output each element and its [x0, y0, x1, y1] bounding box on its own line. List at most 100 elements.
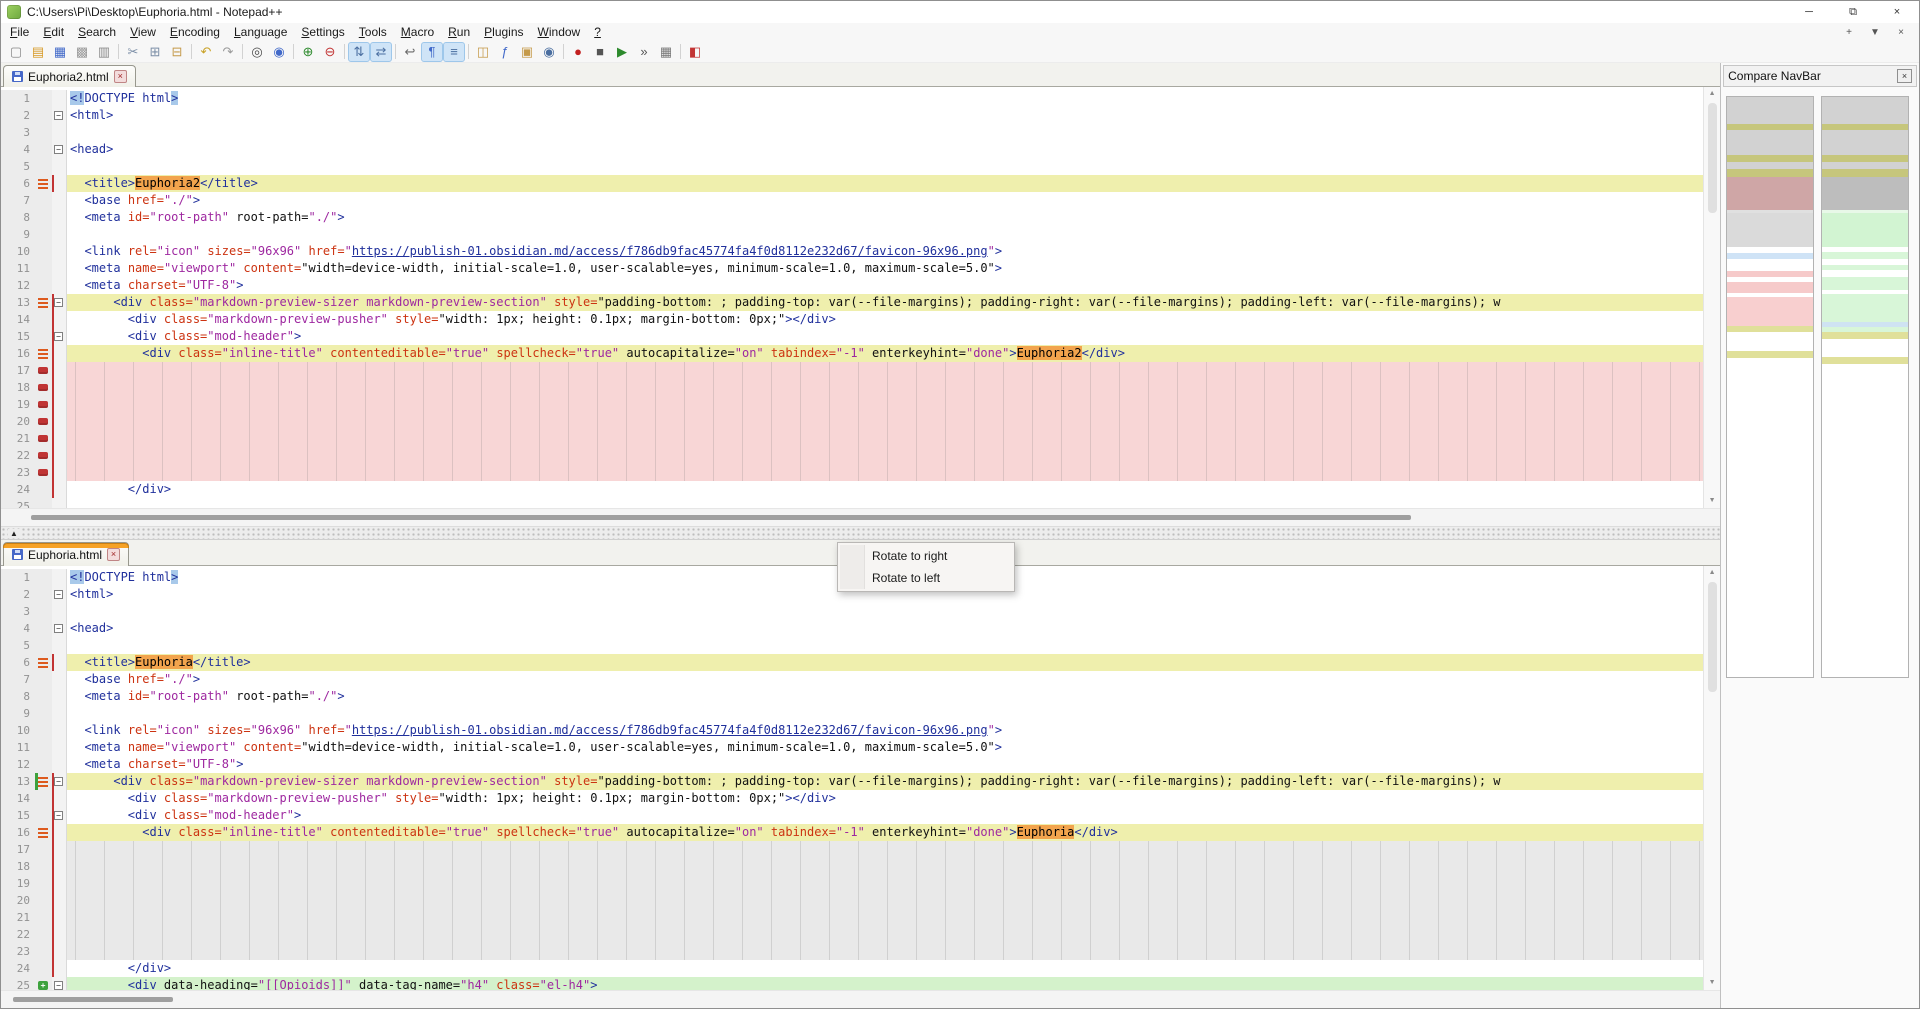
cut-icon[interactable]: ✂: [122, 42, 144, 62]
menu-item-macro[interactable]: Macro: [394, 25, 441, 39]
compare-icon[interactable]: ◧: [684, 42, 706, 62]
replace-icon[interactable]: ◉: [268, 42, 290, 62]
code-line[interactable]: 14 <div class="markdown-preview-pusher" …: [1, 311, 1720, 328]
editor-top[interactable]: 1<!DOCTYPE html>2−<html>34−<head>56 <tit…: [1, 87, 1720, 508]
fold-collapse-icon[interactable]: −: [54, 145, 63, 154]
code-line[interactable]: 9: [1, 226, 1720, 243]
code-line[interactable]: 5: [1, 637, 1720, 654]
find-icon[interactable]: ◎: [246, 42, 268, 62]
tab-close-icon[interactable]: ×: [107, 548, 120, 561]
code-line[interactable]: 7 <base href="./">: [1, 671, 1720, 688]
code-line[interactable]: 10 <link rel="icon" sizes="96x96" href="…: [1, 243, 1720, 260]
sync-horizontal-scroll-icon[interactable]: ⇄: [370, 42, 392, 62]
code-line[interactable]: 13− <div class="markdown-preview-sizer m…: [1, 773, 1720, 790]
undo-icon[interactable]: ↶: [195, 42, 217, 62]
code-line[interactable]: 14 <div class="markdown-preview-pusher" …: [1, 790, 1720, 807]
scroll-down-icon[interactable]: ▼: [1704, 976, 1720, 990]
save-macro-icon[interactable]: ▦: [655, 42, 677, 62]
tab-euphoria[interactable]: Euphoria.html ×: [3, 542, 129, 566]
fold-collapse-icon[interactable]: −: [54, 298, 63, 307]
code-line[interactable]: 12 <meta charset="UTF-8">: [1, 756, 1720, 773]
stop-macro-icon[interactable]: ■: [589, 42, 611, 62]
minimize-button[interactable]: ─: [1787, 1, 1831, 23]
menu-item-settings[interactable]: Settings: [294, 25, 351, 39]
run-macro-multiple-icon[interactable]: »: [633, 42, 655, 62]
code-line[interactable]: 3: [1, 603, 1720, 620]
zoom-in-icon[interactable]: ⊕: [297, 42, 319, 62]
scroll-up-icon[interactable]: ▲: [1704, 87, 1720, 101]
print-icon[interactable]: ▥: [93, 42, 115, 62]
scroll-down-icon[interactable]: ▼: [1704, 494, 1720, 508]
redo-icon[interactable]: ↷: [217, 42, 239, 62]
menu-item-help[interactable]: ?: [587, 25, 608, 39]
menu-item-file[interactable]: File: [3, 25, 36, 39]
code-line[interactable]: 17: [1, 841, 1720, 858]
fold-collapse-icon[interactable]: −: [54, 777, 63, 786]
tab-euphoria2[interactable]: Euphoria2.html ×: [3, 65, 136, 87]
code-line[interactable]: 4−<head>: [1, 141, 1720, 158]
code-line[interactable]: 1<!DOCTYPE html>: [1, 90, 1720, 107]
code-line[interactable]: 10 <link rel="icon" sizes="96x96" href="…: [1, 722, 1720, 739]
code-line[interactable]: 25+− <div data-heading="[[Opioids]]" dat…: [1, 977, 1720, 990]
close-document-button[interactable]: ×: [1893, 27, 1909, 38]
code-line[interactable]: 11 <meta name="viewport" content="width=…: [1, 739, 1720, 756]
menu-item-run[interactable]: Run: [441, 25, 477, 39]
menu-item-edit[interactable]: Edit: [36, 25, 71, 39]
function-list-icon[interactable]: ƒ: [494, 42, 516, 62]
word-wrap-icon[interactable]: ↩: [399, 42, 421, 62]
horizontal-scroll-thumb[interactable]: [31, 515, 1411, 520]
code-line[interactable]: 20: [1, 413, 1720, 430]
fold-collapse-icon[interactable]: −: [54, 624, 63, 633]
restore-button[interactable]: ⧉: [1831, 1, 1875, 23]
horizontal-scrollbar-top[interactable]: [1, 508, 1720, 526]
scroll-up-icon[interactable]: ▲: [1704, 566, 1720, 580]
vertical-scroll-thumb[interactable]: [1708, 103, 1717, 213]
code-line[interactable]: 11 <meta name="viewport" content="width=…: [1, 260, 1720, 277]
code-line[interactable]: 19: [1, 875, 1720, 892]
code-line[interactable]: 15− <div class="mod-header">: [1, 328, 1720, 345]
code-line[interactable]: 25: [1, 498, 1720, 508]
code-line[interactable]: 21: [1, 909, 1720, 926]
code-line[interactable]: 7 <base href="./">: [1, 192, 1720, 209]
menu-item-language[interactable]: Language: [227, 25, 294, 39]
tab-list-dropdown[interactable]: ▼: [1867, 27, 1883, 38]
fold-collapse-icon[interactable]: −: [54, 111, 63, 120]
code-line[interactable]: 24 </div>: [1, 481, 1720, 498]
fold-collapse-icon[interactable]: −: [54, 981, 63, 990]
document-map-icon[interactable]: ◫: [472, 42, 494, 62]
code-line[interactable]: 3: [1, 124, 1720, 141]
code-line[interactable]: 17: [1, 362, 1720, 379]
horizontal-scrollbar-bottom[interactable]: [1, 990, 1720, 1008]
menu-item-window[interactable]: Window: [531, 25, 588, 39]
editor-bottom[interactable]: 1<!DOCTYPE html>2−<html>34−<head>56 <tit…: [1, 566, 1720, 990]
code-line[interactable]: 4−<head>: [1, 620, 1720, 637]
pane-splitter[interactable]: ▲: [1, 526, 1720, 540]
paste-icon[interactable]: ⊟: [166, 42, 188, 62]
code-line[interactable]: 22: [1, 926, 1720, 943]
code-line[interactable]: 22: [1, 447, 1720, 464]
menu-item-tools[interactable]: Tools: [352, 25, 394, 39]
fold-collapse-icon[interactable]: −: [54, 811, 63, 820]
close-button[interactable]: ×: [1875, 1, 1919, 23]
menu-item-encoding[interactable]: Encoding: [163, 25, 227, 39]
vertical-scroll-thumb[interactable]: [1708, 582, 1717, 692]
copy-icon[interactable]: ⊞: [144, 42, 166, 62]
code-line[interactable]: 18: [1, 858, 1720, 875]
fold-collapse-icon[interactable]: −: [54, 332, 63, 341]
sync-vertical-scroll-icon[interactable]: ⇅: [348, 42, 370, 62]
show-all-characters-icon[interactable]: ¶: [421, 42, 443, 62]
new-tab-button[interactable]: +: [1841, 27, 1857, 38]
code-line[interactable]: 2−<html>: [1, 107, 1720, 124]
tab-close-icon[interactable]: ×: [114, 70, 127, 83]
vertical-scrollbar-bottom[interactable]: ▲ ▼: [1703, 566, 1720, 990]
zoom-out-icon[interactable]: ⊖: [319, 42, 341, 62]
horizontal-scroll-thumb[interactable]: [13, 997, 173, 1002]
code-line[interactable]: 12 <meta charset="UTF-8">: [1, 277, 1720, 294]
indent-guide-icon[interactable]: ≡: [443, 42, 465, 62]
code-line[interactable]: 16 <div class="inline-title" contentedit…: [1, 345, 1720, 362]
code-line[interactable]: 8 <meta id="root-path" root-path="./">: [1, 209, 1720, 226]
save-icon[interactable]: ▦: [49, 42, 71, 62]
navbar-close-button[interactable]: ×: [1897, 69, 1912, 83]
new-file-icon[interactable]: ▢: [5, 42, 27, 62]
save-all-icon[interactable]: ▩: [71, 42, 93, 62]
